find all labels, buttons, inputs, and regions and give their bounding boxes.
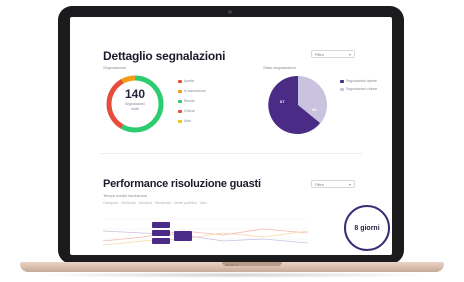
base-label: MacBook <box>225 263 239 267</box>
camera-dot <box>228 10 232 14</box>
legend-label: Aperte <box>184 79 195 83</box>
legend-item-3: Chiuse <box>178 109 195 113</box>
pie-legend-item-0: Segnalazioni aperte <box>340 79 377 83</box>
legend-swatch <box>178 89 182 93</box>
legend-swatch <box>178 109 182 113</box>
donut-label-1: Segnalazioni <box>124 102 146 106</box>
pie-legend-item-1: Segnalazioni chiuse <box>340 87 377 91</box>
pie-chart <box>268 75 327 134</box>
legend-label: Risolte <box>184 99 195 103</box>
performance-chart <box>103 218 308 246</box>
legend-item-0: Aperte <box>178 79 194 83</box>
filter-select-label: Filtro <box>315 182 324 187</box>
legend-label: Chiuse <box>184 109 195 113</box>
legend-swatch <box>340 79 344 83</box>
section-title-dettaglio: Dettaglio segnalazioni <box>103 49 226 63</box>
filter-select-top[interactable]: Filtro ▾ <box>311 50 355 58</box>
legend-swatch <box>178 119 182 123</box>
laptop-shadow <box>30 272 434 278</box>
laptop-base: MacBook <box>20 262 444 272</box>
badge-circle: 8 giorni <box>344 205 390 251</box>
series-line-purple <box>103 230 308 244</box>
bar-block-4 <box>174 231 192 241</box>
pie-value-b: 33 <box>312 107 317 112</box>
legend-swatch <box>178 99 182 103</box>
tag-4[interactable]: Verde pubblico <box>174 201 197 205</box>
pie-value-a: 67 <box>280 99 285 104</box>
filter-select-bottom[interactable]: Filtro ▾ <box>311 180 355 188</box>
bar-block-2 <box>152 230 170 236</box>
chevron-down-icon: ▾ <box>348 182 351 187</box>
donut-value: 140 <box>124 87 146 101</box>
tag-1[interactable]: Elettricità <box>121 201 135 205</box>
legend-item-2: Risolte <box>178 99 195 103</box>
laptop-lid: Dettaglio segnalazioni Filtro ▾ Segnalaz… <box>58 6 404 264</box>
legend-swatch <box>178 79 182 83</box>
filter-select-label: Filtro <box>315 52 324 57</box>
legend-item-1: In lavorazione <box>178 89 206 93</box>
legend-label: Segnalazioni chiuse <box>346 87 378 91</box>
filter-tags: Categoria Elettricità Idraulica Struttur… <box>103 201 207 205</box>
subtitle-stato: Stato segnalazioni <box>263 65 296 70</box>
legend-label: Segnalazioni aperte <box>346 79 377 83</box>
tag-2[interactable]: Idraulica <box>139 201 152 205</box>
donut-label-2: totali <box>131 107 139 111</box>
subtitle-segnalazioni: Segnalazioni <box>103 65 126 70</box>
legend-item-4: Altro <box>178 119 191 123</box>
subtitle-tempo: Tempo medio risoluzione <box>103 193 148 198</box>
section-title-performance: Performance risoluzione guasti <box>103 178 261 190</box>
legend-label: In lavorazione <box>184 89 206 93</box>
tag-5[interactable]: Altro <box>200 201 207 205</box>
bar-block-3 <box>152 238 170 244</box>
tag-3[interactable]: Strutturale <box>155 201 171 205</box>
legend-label: Altro <box>184 119 192 123</box>
chevron-down-icon: ▾ <box>348 52 351 57</box>
legend-swatch <box>340 87 344 91</box>
laptop-screen: Dettaglio segnalazioni Filtro ▾ Segnalaz… <box>70 17 392 255</box>
bar-block-1 <box>152 222 170 228</box>
tag-0[interactable]: Categoria <box>103 201 118 205</box>
section-divider <box>100 153 362 154</box>
